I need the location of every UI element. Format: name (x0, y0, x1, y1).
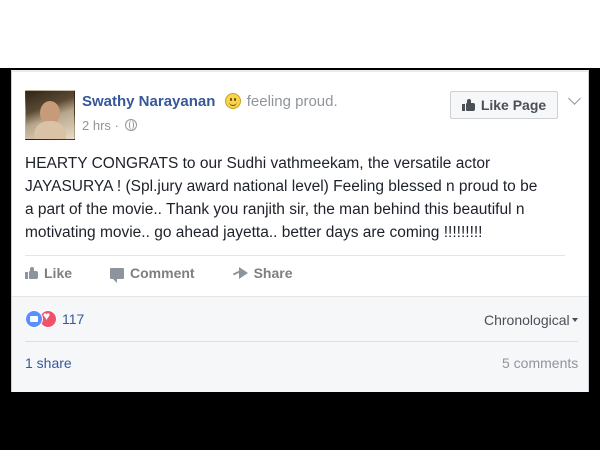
chevron-down-icon[interactable] (568, 92, 581, 105)
like-label: Like (44, 265, 73, 281)
post-text-line: motivating movie.. go ahead jayetta.. be… (25, 224, 483, 241)
like-button[interactable]: Like (25, 262, 72, 284)
reactions-summary[interactable]: 117 (25, 309, 85, 328)
post-meta: 2 hrs · (82, 118, 137, 133)
like-page-button[interactable]: Like Page (450, 91, 558, 119)
author-name-link[interactable]: Swathy Narayanan (82, 93, 215, 110)
comments-count-link[interactable]: 5 comments (502, 355, 578, 371)
thumbs-up-icon (461, 99, 475, 111)
share-button[interactable]: Share (233, 262, 293, 284)
bottom-margin (0, 392, 600, 450)
comment-icon (110, 267, 125, 283)
screenshot-frame: Swathy Narayanan feeling proud. 2 hrs · … (0, 0, 600, 450)
thumbs-up-icon (25, 267, 38, 279)
like-page-label: Like Page (480, 97, 547, 113)
post-text-line: HEARTY CONGRATS to our Sudhi vathmeekam,… (25, 155, 491, 172)
feeling-text: feeling proud. (246, 93, 338, 110)
comment-label: Comment (130, 265, 195, 281)
comment-sort-dropdown[interactable]: Chronological (484, 312, 578, 328)
comment-button[interactable]: Comment (110, 262, 195, 284)
post-text-line: a part of the movie.. Thank you ranjith … (25, 201, 525, 218)
post-text-line: JAYASURYA ! (Spl.jury award national lev… (25, 178, 538, 195)
engagement-summary: 117 Chronological 1 share 5 comments (12, 296, 588, 393)
like-reaction-icon (25, 310, 43, 328)
share-arrow-icon (238, 267, 248, 279)
globe-icon[interactable] (124, 119, 137, 131)
avatar-body (34, 121, 66, 139)
smiley-face-icon (224, 93, 241, 109)
shares-count-link[interactable]: 1 share (25, 355, 72, 371)
author-avatar[interactable] (25, 90, 75, 140)
reaction-count: 117 (62, 311, 85, 327)
caret-down-icon (571, 318, 578, 322)
post-actions-bar: Like Comment Share (25, 262, 331, 284)
sort-label: Chronological (484, 312, 570, 328)
post-timestamp-link[interactable]: 2 hrs (82, 118, 111, 133)
divider (25, 255, 565, 256)
facebook-post-card: Swathy Narayanan feeling proud. 2 hrs · … (11, 70, 589, 393)
post-header-line: Swathy Narayanan feeling proud. (82, 93, 338, 110)
share-label: Share (253, 265, 293, 281)
divider (25, 341, 578, 342)
top-margin (0, 0, 600, 68)
post-body: HEARTY CONGRATS to our Sudhi vathmeekam,… (25, 152, 575, 244)
meta-separator: · (114, 118, 119, 133)
